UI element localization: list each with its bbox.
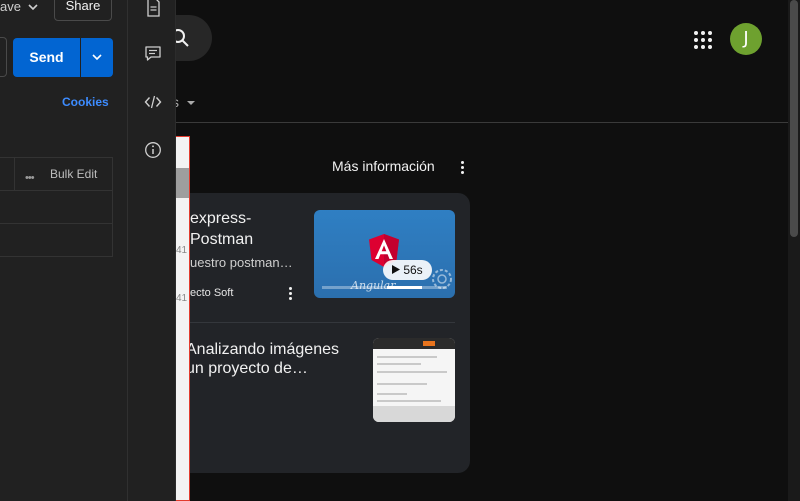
avatar[interactable]: J — [730, 23, 762, 55]
separator — [190, 322, 455, 323]
table-border — [112, 158, 113, 257]
video-thumbnail[interactable]: Angular — [314, 210, 455, 298]
document-icon[interactable] — [144, 0, 162, 18]
video-subtitle: uestro postman… — [190, 255, 293, 270]
divider — [176, 122, 800, 123]
more-info-link[interactable]: Más información — [332, 158, 435, 174]
code-icon[interactable] — [144, 93, 162, 111]
video-thumbnail-2[interactable] — [373, 338, 455, 422]
more-horizontal-icon[interactable]: ••• — [25, 172, 35, 184]
table-border — [0, 157, 113, 158]
postman-right-sidebar — [128, 0, 176, 501]
info-icon[interactable] — [144, 141, 162, 159]
table-border — [0, 190, 113, 191]
video-more-options-icon[interactable] — [284, 284, 296, 302]
share-button[interactable]: Share — [54, 0, 112, 21]
table-border — [14, 158, 15, 190]
duration-label: 56s — [403, 263, 423, 277]
progress-bar — [322, 286, 447, 289]
save-button[interactable]: ave — [0, 0, 21, 14]
url-input-edge[interactable] — [0, 37, 7, 77]
send-button[interactable]: Send — [13, 38, 80, 77]
table-border — [0, 256, 113, 257]
send-dropdown[interactable] — [81, 38, 113, 77]
scrollbar[interactable] — [788, 0, 800, 501]
caret-down-icon — [186, 101, 195, 105]
more-options-icon[interactable] — [456, 158, 468, 176]
apps-grid-icon[interactable] — [694, 31, 712, 49]
channel-name[interactable]: ecto Soft — [190, 287, 233, 299]
line-number: 41 — [176, 245, 188, 256]
chevron-down-icon — [92, 54, 102, 61]
video-title-2[interactable]: Analizando imágenes un proyecto de… — [186, 340, 361, 378]
chevron-down-icon — [28, 4, 38, 11]
line-number: 41 — [176, 293, 188, 304]
save-dropdown[interactable] — [22, 0, 44, 18]
comment-icon[interactable] — [144, 45, 162, 63]
duration-badge: 56s — [383, 260, 432, 280]
postman-request-panel: ave Share Send Cookies ••• Bulk Edit — [0, 0, 128, 501]
video-title[interactable]: express- Postman — [190, 208, 305, 250]
play-icon — [392, 265, 401, 274]
table-border — [0, 223, 113, 224]
cookies-link[interactable]: Cookies — [62, 95, 109, 109]
bulk-edit-link[interactable]: Bulk Edit — [50, 167, 97, 181]
overlay-panel-edge — [176, 136, 190, 501]
